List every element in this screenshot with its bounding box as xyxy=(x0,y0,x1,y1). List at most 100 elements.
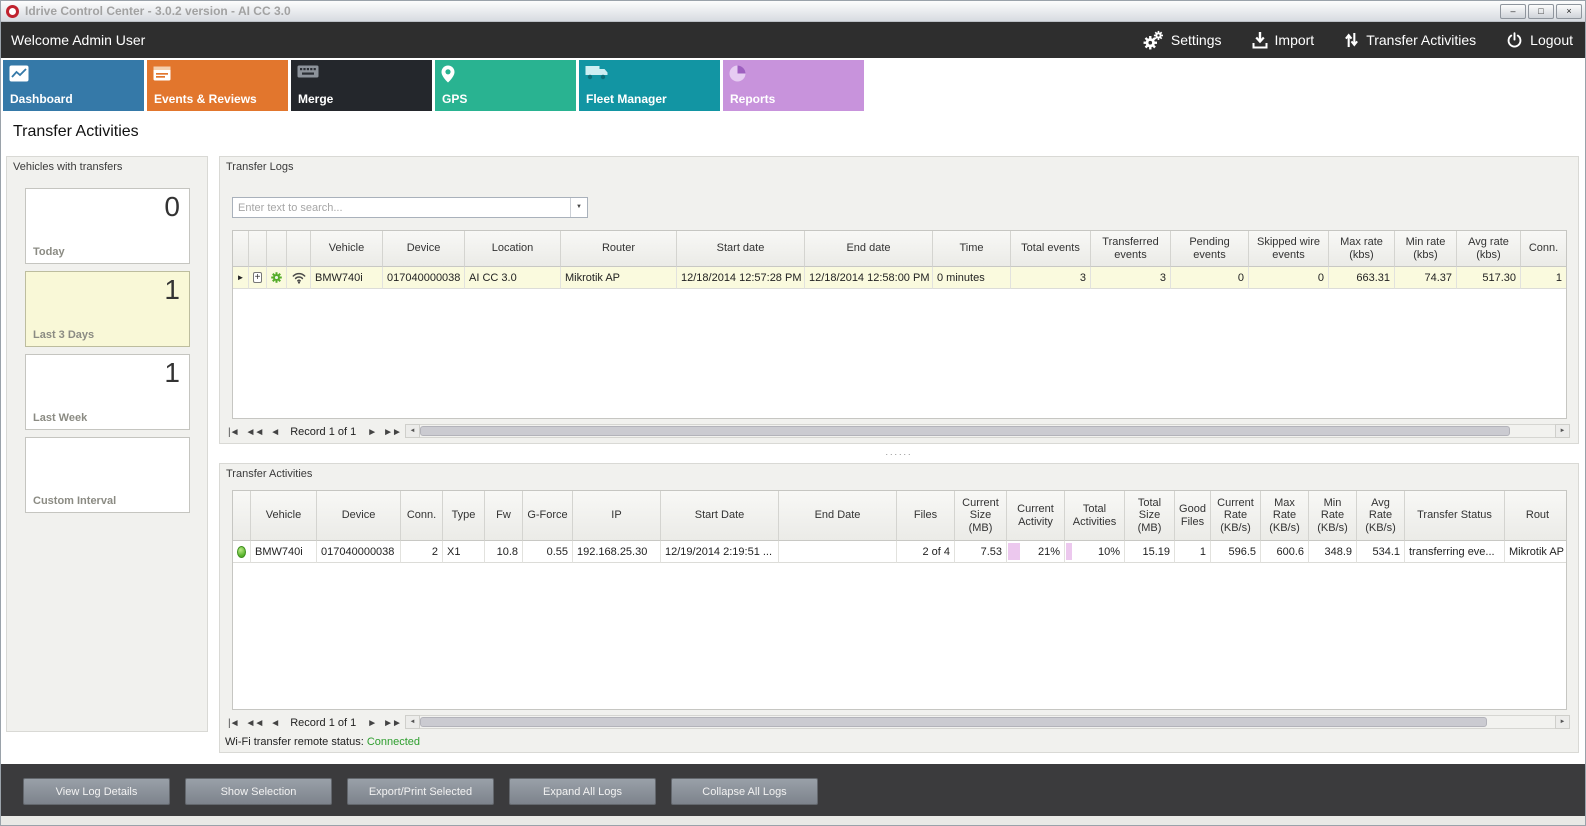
transfer-logs-column-header[interactable]: Transferred events xyxy=(1091,231,1171,267)
transfer-logs-cell[interactable]: 017040000038 xyxy=(383,267,465,289)
transfer-activities-column-header[interactable]: Rout xyxy=(1505,491,1567,541)
transfer-activities-column-header[interactable]: Total Size (MB) xyxy=(1125,491,1175,541)
transfer-logs-cell[interactable]: 3 xyxy=(1091,267,1171,289)
transfer-logs-cell[interactable]: 12/18/2014 12:57:28 PM xyxy=(677,267,805,289)
transfer-activities-cell[interactable]: 2 xyxy=(401,541,443,563)
pager-prev-button[interactable]: ◄ xyxy=(270,718,279,729)
logs-hscrollbar[interactable]: ◄ ► xyxy=(405,424,1570,438)
transfer-activities-cell[interactable]: transferring eve... xyxy=(1405,541,1505,563)
transfer-logs-column-header[interactable]: Skipped wire events xyxy=(1249,231,1329,267)
tile-dashboard[interactable]: Dashboard xyxy=(3,60,144,111)
pager-next-page-button[interactable]: ►► xyxy=(383,427,401,438)
transfer-logs-cell[interactable]: 517.30 xyxy=(1457,267,1521,289)
transfer-logs-row[interactable]: ►+BMW740i017040000038AI CC 3.0Mikrotik A… xyxy=(233,267,1566,289)
panel-splitter[interactable]: ...... xyxy=(219,448,1579,460)
transfer-activities-column-header[interactable]: Total Activities xyxy=(1065,491,1125,541)
transfer-logs-column-header[interactable]: Location xyxy=(465,231,561,267)
pager-prev-page-button[interactable]: ◄◄ xyxy=(246,718,264,729)
view-log-details-button[interactable]: View Log Details xyxy=(23,778,170,805)
transfer-activities-cell[interactable]: Mikrotik AP xyxy=(1505,541,1567,563)
scroll-left-arrow-icon[interactable]: ◄ xyxy=(405,715,420,729)
transfer-activities-cell[interactable]: BMW740i xyxy=(251,541,317,563)
transfer-activities-column-header[interactable]: G-Force xyxy=(523,491,573,541)
pager-prev-page-button[interactable]: ◄◄ xyxy=(246,427,264,438)
transfer-activities-column-header[interactable]: Current Rate (KB/s) xyxy=(1211,491,1261,541)
transfer-logs-column-header[interactable]: Router xyxy=(561,231,677,267)
transfer-activities-column-header[interactable]: Current Size (MB) xyxy=(955,491,1007,541)
collapse-all-logs-button[interactable]: Collapse All Logs xyxy=(671,778,818,805)
scroll-left-arrow-icon[interactable]: ◄ xyxy=(405,424,420,438)
transfer-activities-column-header[interactable]: Device xyxy=(317,491,401,541)
transfer-logs-cell[interactable]: 0 xyxy=(1249,267,1329,289)
transfer-activities-cell[interactable]: 10% xyxy=(1065,541,1125,563)
expand-all-logs-button[interactable]: Expand All Logs xyxy=(509,778,656,805)
transfer-logs-column-header[interactable]: Device xyxy=(383,231,465,267)
transfer-activities-cell[interactable]: X1 xyxy=(443,541,485,563)
export-print-selected-button[interactable]: Export/Print Selected xyxy=(347,778,494,805)
close-button[interactable]: × xyxy=(1556,4,1582,19)
transfer-logs-column-header[interactable]: Start date xyxy=(677,231,805,267)
transfer-logs-column-header[interactable]: Pending events xyxy=(1171,231,1249,267)
transfer-activities-column-header[interactable]: Type xyxy=(443,491,485,541)
pager-next-button[interactable]: ► xyxy=(367,427,376,438)
transfer-activities-cell[interactable]: 12/19/2014 2:19:51 ... xyxy=(661,541,779,563)
interval-card-today[interactable]: 0Today xyxy=(25,188,190,264)
transfer-activities-cell[interactable] xyxy=(779,541,897,563)
expand-plus-icon[interactable]: + xyxy=(249,267,267,289)
transfer-activities-column-header[interactable]: Transfer Status xyxy=(1405,491,1505,541)
transfer-logs-cell[interactable]: 3 xyxy=(1011,267,1091,289)
transfer-logs-column-header[interactable]: End date xyxy=(805,231,933,267)
scroll-track[interactable] xyxy=(420,424,1555,438)
transfer-activities-row[interactable]: BMW740i0170400000382X110.80.55192.168.25… xyxy=(233,541,1566,563)
pager-next-page-button[interactable]: ►► xyxy=(383,718,401,729)
transfer-logs-cell[interactable]: BMW740i xyxy=(311,267,383,289)
pager-first-button[interactable]: |◄ xyxy=(228,718,239,729)
transfer-logs-column-header[interactable]: Time xyxy=(933,231,1011,267)
transfer-activities-button[interactable]: Transfer Activities xyxy=(1344,31,1476,49)
transfer-activities-column-header[interactable]: IP xyxy=(573,491,661,541)
transfer-activities-column-header[interactable]: Start Date xyxy=(661,491,779,541)
transfer-logs-cell[interactable]: AI CC 3.0 xyxy=(465,267,561,289)
transfer-logs-cell[interactable]: 12/18/2014 12:58:00 PM xyxy=(805,267,933,289)
transfer-activities-column-header[interactable]: Files xyxy=(897,491,955,541)
transfer-logs-column-header[interactable]: Min rate (kbs) xyxy=(1395,231,1457,267)
interval-card-last-week[interactable]: 1Last Week xyxy=(25,354,190,430)
transfer-activities-cell[interactable]: 596.5 xyxy=(1211,541,1261,563)
transfer-activities-cell[interactable]: 192.168.25.30 xyxy=(573,541,661,563)
transfer-activities-column-header[interactable]: Avg Rate (KB/s) xyxy=(1357,491,1405,541)
transfer-activities-cell[interactable]: 15.19 xyxy=(1125,541,1175,563)
scroll-thumb[interactable] xyxy=(420,426,1510,436)
transfer-logs-cell[interactable]: 1 xyxy=(1521,267,1567,289)
transfer-activities-cell[interactable]: 7.53 xyxy=(955,541,1007,563)
transfer-logs-column-header[interactable]: Max rate (kbs) xyxy=(1329,231,1395,267)
transfer-activities-column-header[interactable]: Current Activity xyxy=(1007,491,1065,541)
transfer-activities-cell[interactable]: 600.6 xyxy=(1261,541,1309,563)
interval-card-custom-interval[interactable]: Custom Interval xyxy=(25,437,190,513)
pager-next-button[interactable]: ► xyxy=(367,718,376,729)
status-dot-icon[interactable] xyxy=(233,541,251,563)
transfer-activities-column-header[interactable]: End Date xyxy=(779,491,897,541)
transfer-logs-column-header[interactable] xyxy=(287,231,311,267)
transfer-activities-cell[interactable]: 0.55 xyxy=(523,541,573,563)
logout-button[interactable]: Logout xyxy=(1506,31,1573,49)
tile-events-reviews[interactable]: Events & Reviews xyxy=(147,60,288,111)
transfer-logs-cell[interactable]: 0 minutes xyxy=(933,267,1011,289)
scroll-thumb[interactable] xyxy=(420,717,1487,727)
settings-button[interactable]: Settings xyxy=(1142,30,1222,50)
pager-prev-button[interactable]: ◄ xyxy=(270,427,279,438)
pager-first-button[interactable]: |◄ xyxy=(228,427,239,438)
transfer-logs-cell[interactable]: 74.37 xyxy=(1395,267,1457,289)
transfer-logs-column-header[interactable]: Total events xyxy=(1011,231,1091,267)
transfer-logs-cell[interactable]: 0 xyxy=(1171,267,1249,289)
transfer-activities-column-header[interactable]: Fw xyxy=(485,491,523,541)
transfer-logs-column-header[interactable]: Vehicle xyxy=(311,231,383,267)
maximize-button[interactable]: □ xyxy=(1528,4,1554,19)
transfer-activities-cell[interactable]: 017040000038 xyxy=(317,541,401,563)
transfer-activities-column-header[interactable]: Min Rate (KB/s) xyxy=(1309,491,1357,541)
transfer-logs-cell[interactable]: Mikrotik AP xyxy=(561,267,677,289)
combo-dropdown-icon[interactable]: ▼ xyxy=(570,198,587,217)
tile-reports[interactable]: Reports xyxy=(723,60,864,111)
transfer-activities-column-header[interactable]: Good Files xyxy=(1175,491,1211,541)
transfer-activities-cell[interactable]: 348.9 xyxy=(1309,541,1357,563)
transfer-activities-column-header[interactable]: Vehicle xyxy=(251,491,317,541)
